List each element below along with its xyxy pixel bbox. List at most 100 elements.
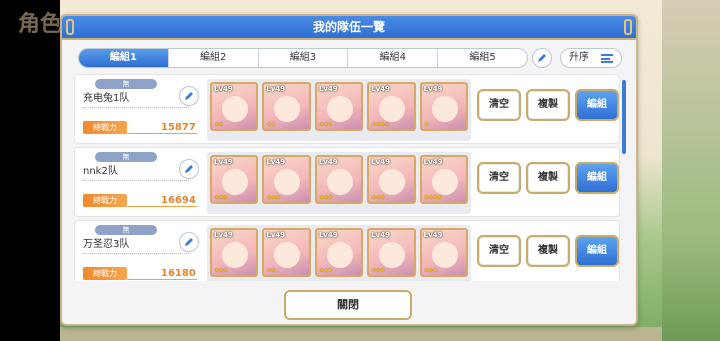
team-list-modal: 我的隊伍一覽 編組1 編組2 編組3 編組4 編組5 升序 無 充电兔1队 總戰… [60, 14, 638, 326]
tab-formation-2[interactable]: 編組2 [169, 49, 259, 67]
power-underline [127, 279, 197, 280]
unit-level: Lv49 [318, 85, 338, 93]
team-tag: 無 [95, 79, 157, 89]
tab-formation-4[interactable]: 編組4 [348, 49, 439, 67]
unit-level: Lv49 [318, 231, 338, 239]
unit-portrait[interactable]: Lv49 ★★★ [210, 155, 259, 204]
copy-button[interactable]: 複製 [526, 162, 570, 194]
total-power-value: 16694 [161, 195, 196, 206]
character-portrait-icon [431, 96, 458, 122]
unit-level: Lv49 [214, 231, 233, 239]
team-row: 無 万圣忍3队 總戰力 16180 Lv49 ★★★ Lv49 ★★ Lv49 ★★★… [74, 220, 620, 281]
character-portrait-icon [222, 169, 248, 195]
close-button[interactable]: 關閉 [284, 290, 412, 320]
header-ornament-right [624, 19, 632, 35]
edit-team-name-button[interactable] [179, 159, 199, 179]
tab-formation-1[interactable]: 編組1 [79, 49, 169, 67]
team-units: Lv49 ★★★ Lv49 ★★ Lv49 ★★★ Lv49 ★★★ Lv49 ★★★ [207, 225, 471, 281]
copy-button[interactable]: 複製 [526, 235, 570, 267]
team-name: 充电兔1队 [83, 93, 130, 104]
unit-level: Lv49 [318, 158, 338, 166]
edit-team-name-button[interactable] [179, 232, 199, 252]
unit-portrait[interactable]: Lv49 ★★★★ [367, 82, 416, 131]
edit-tab-name-button[interactable] [532, 48, 552, 68]
unit-level: Lv49 [214, 158, 233, 166]
sort-order-label: 升序 [569, 52, 589, 63]
unit-stars: ★★★★ [423, 194, 442, 201]
edit-formation-button[interactable]: 編組 [575, 162, 619, 194]
clear-button[interactable]: 清空 [477, 235, 521, 267]
tab-formation-5[interactable]: 編組5 [438, 49, 527, 67]
unit-portrait[interactable]: Lv49 ★★★ [367, 228, 416, 277]
unit-portrait[interactable]: Lv49 ★★ [210, 82, 259, 131]
team-row: 無 充电兔1队 總戰力 15877 Lv49 ★★ Lv49 ★★ Lv49 ★★★ … [74, 74, 620, 144]
unit-level: Lv49 [371, 231, 390, 239]
unit-stars: ★★★ [214, 267, 228, 274]
unit-portrait[interactable]: Lv49 ★★★ [262, 155, 311, 204]
character-portrait-icon [379, 96, 406, 122]
edit-team-name-button[interactable] [179, 86, 199, 106]
character-portrait-icon [274, 96, 301, 122]
clear-button[interactable]: 清空 [477, 89, 521, 121]
unit-level: Lv49 [371, 85, 390, 93]
team-name: nnk2队 [83, 166, 118, 177]
clear-button[interactable]: 清空 [477, 162, 521, 194]
total-power-label: 總戰力 [83, 121, 127, 134]
team-tag: 無 [95, 152, 157, 162]
header-ornament-left [66, 19, 74, 35]
team-list[interactable]: 無 充电兔1队 總戰力 15877 Lv49 ★★ Lv49 ★★ Lv49 ★★★ … [74, 74, 628, 281]
unit-stars: ★★★ [423, 267, 438, 274]
sort-order-button[interactable]: 升序 [560, 48, 622, 68]
unit-level: Lv49 [423, 85, 443, 93]
unit-level: Lv49 [266, 85, 286, 93]
edit-formation-button[interactable]: 編組 [575, 235, 619, 267]
unit-portrait[interactable]: Lv49 ★★★ [314, 82, 364, 131]
total-power-value: 15877 [161, 122, 196, 133]
unit-portrait[interactable]: Lv49 ★ [419, 82, 469, 131]
unit-portrait[interactable]: Lv49 ★★ [262, 82, 311, 131]
unit-portrait[interactable]: Lv49 ★★★★ [419, 155, 469, 204]
character-portrait-icon [326, 169, 353, 195]
unit-stars: ★ [423, 121, 429, 128]
team-name: 万圣忍3队 [83, 239, 130, 250]
formation-tabs: 編組1 編組2 編組3 編組4 編組5 [78, 48, 528, 68]
character-portrait-icon [326, 96, 353, 122]
pencil-icon [185, 238, 193, 246]
unit-portrait[interactable]: Lv49 ★★ [262, 228, 311, 277]
unit-portrait[interactable]: Lv49 ★★★ [314, 155, 364, 204]
character-portrait-icon [326, 242, 353, 268]
team-units: Lv49 ★★★ Lv49 ★★★ Lv49 ★★★ Lv49 ★★★ Lv49 ★★★★ [207, 152, 471, 214]
unit-stars: ★★ [266, 267, 276, 274]
edit-formation-button[interactable]: 編組 [575, 89, 619, 121]
name-underline [83, 253, 189, 254]
unit-level: Lv49 [214, 85, 233, 93]
unit-portrait[interactable]: Lv49 ★★★ [314, 228, 364, 277]
list-scrollbar[interactable] [622, 80, 626, 154]
total-power-value: 16180 [161, 268, 196, 279]
character-portrait-icon [379, 242, 406, 268]
character-portrait-icon [274, 169, 301, 195]
copy-button[interactable]: 複製 [526, 89, 570, 121]
unit-level: Lv49 [266, 158, 286, 166]
unit-stars: ★★ [214, 121, 224, 128]
unit-stars: ★★★ [371, 194, 385, 201]
unit-portrait[interactable]: Lv49 ★★★ [419, 228, 469, 277]
total-power-label: 總戰力 [83, 267, 127, 280]
unit-portrait[interactable]: Lv49 ★★★ [210, 228, 259, 277]
unit-level: Lv49 [423, 231, 443, 239]
character-portrait-icon [379, 169, 406, 195]
unit-stars: ★★★ [318, 267, 333, 274]
unit-portrait[interactable]: Lv49 ★★★ [367, 155, 416, 204]
power-underline [127, 206, 197, 207]
unit-stars: ★★★ [214, 194, 228, 201]
team-row: 無 nnk2队 總戰力 16694 Lv49 ★★★ Lv49 ★★★ Lv49 ★★… [74, 147, 620, 217]
sort-lines-icon [601, 54, 613, 63]
tab-formation-3[interactable]: 編組3 [259, 49, 349, 67]
team-tag: 無 [95, 225, 157, 235]
unit-stars: ★★★ [318, 194, 333, 201]
character-portrait-icon [431, 169, 458, 195]
modal-title: 我的隊伍一覽 [312, 20, 385, 34]
team-units: Lv49 ★★ Lv49 ★★ Lv49 ★★★ Lv49 ★★★★ Lv49 ★ [207, 79, 471, 141]
character-portrait-icon [431, 242, 458, 268]
pencil-icon [538, 54, 546, 62]
